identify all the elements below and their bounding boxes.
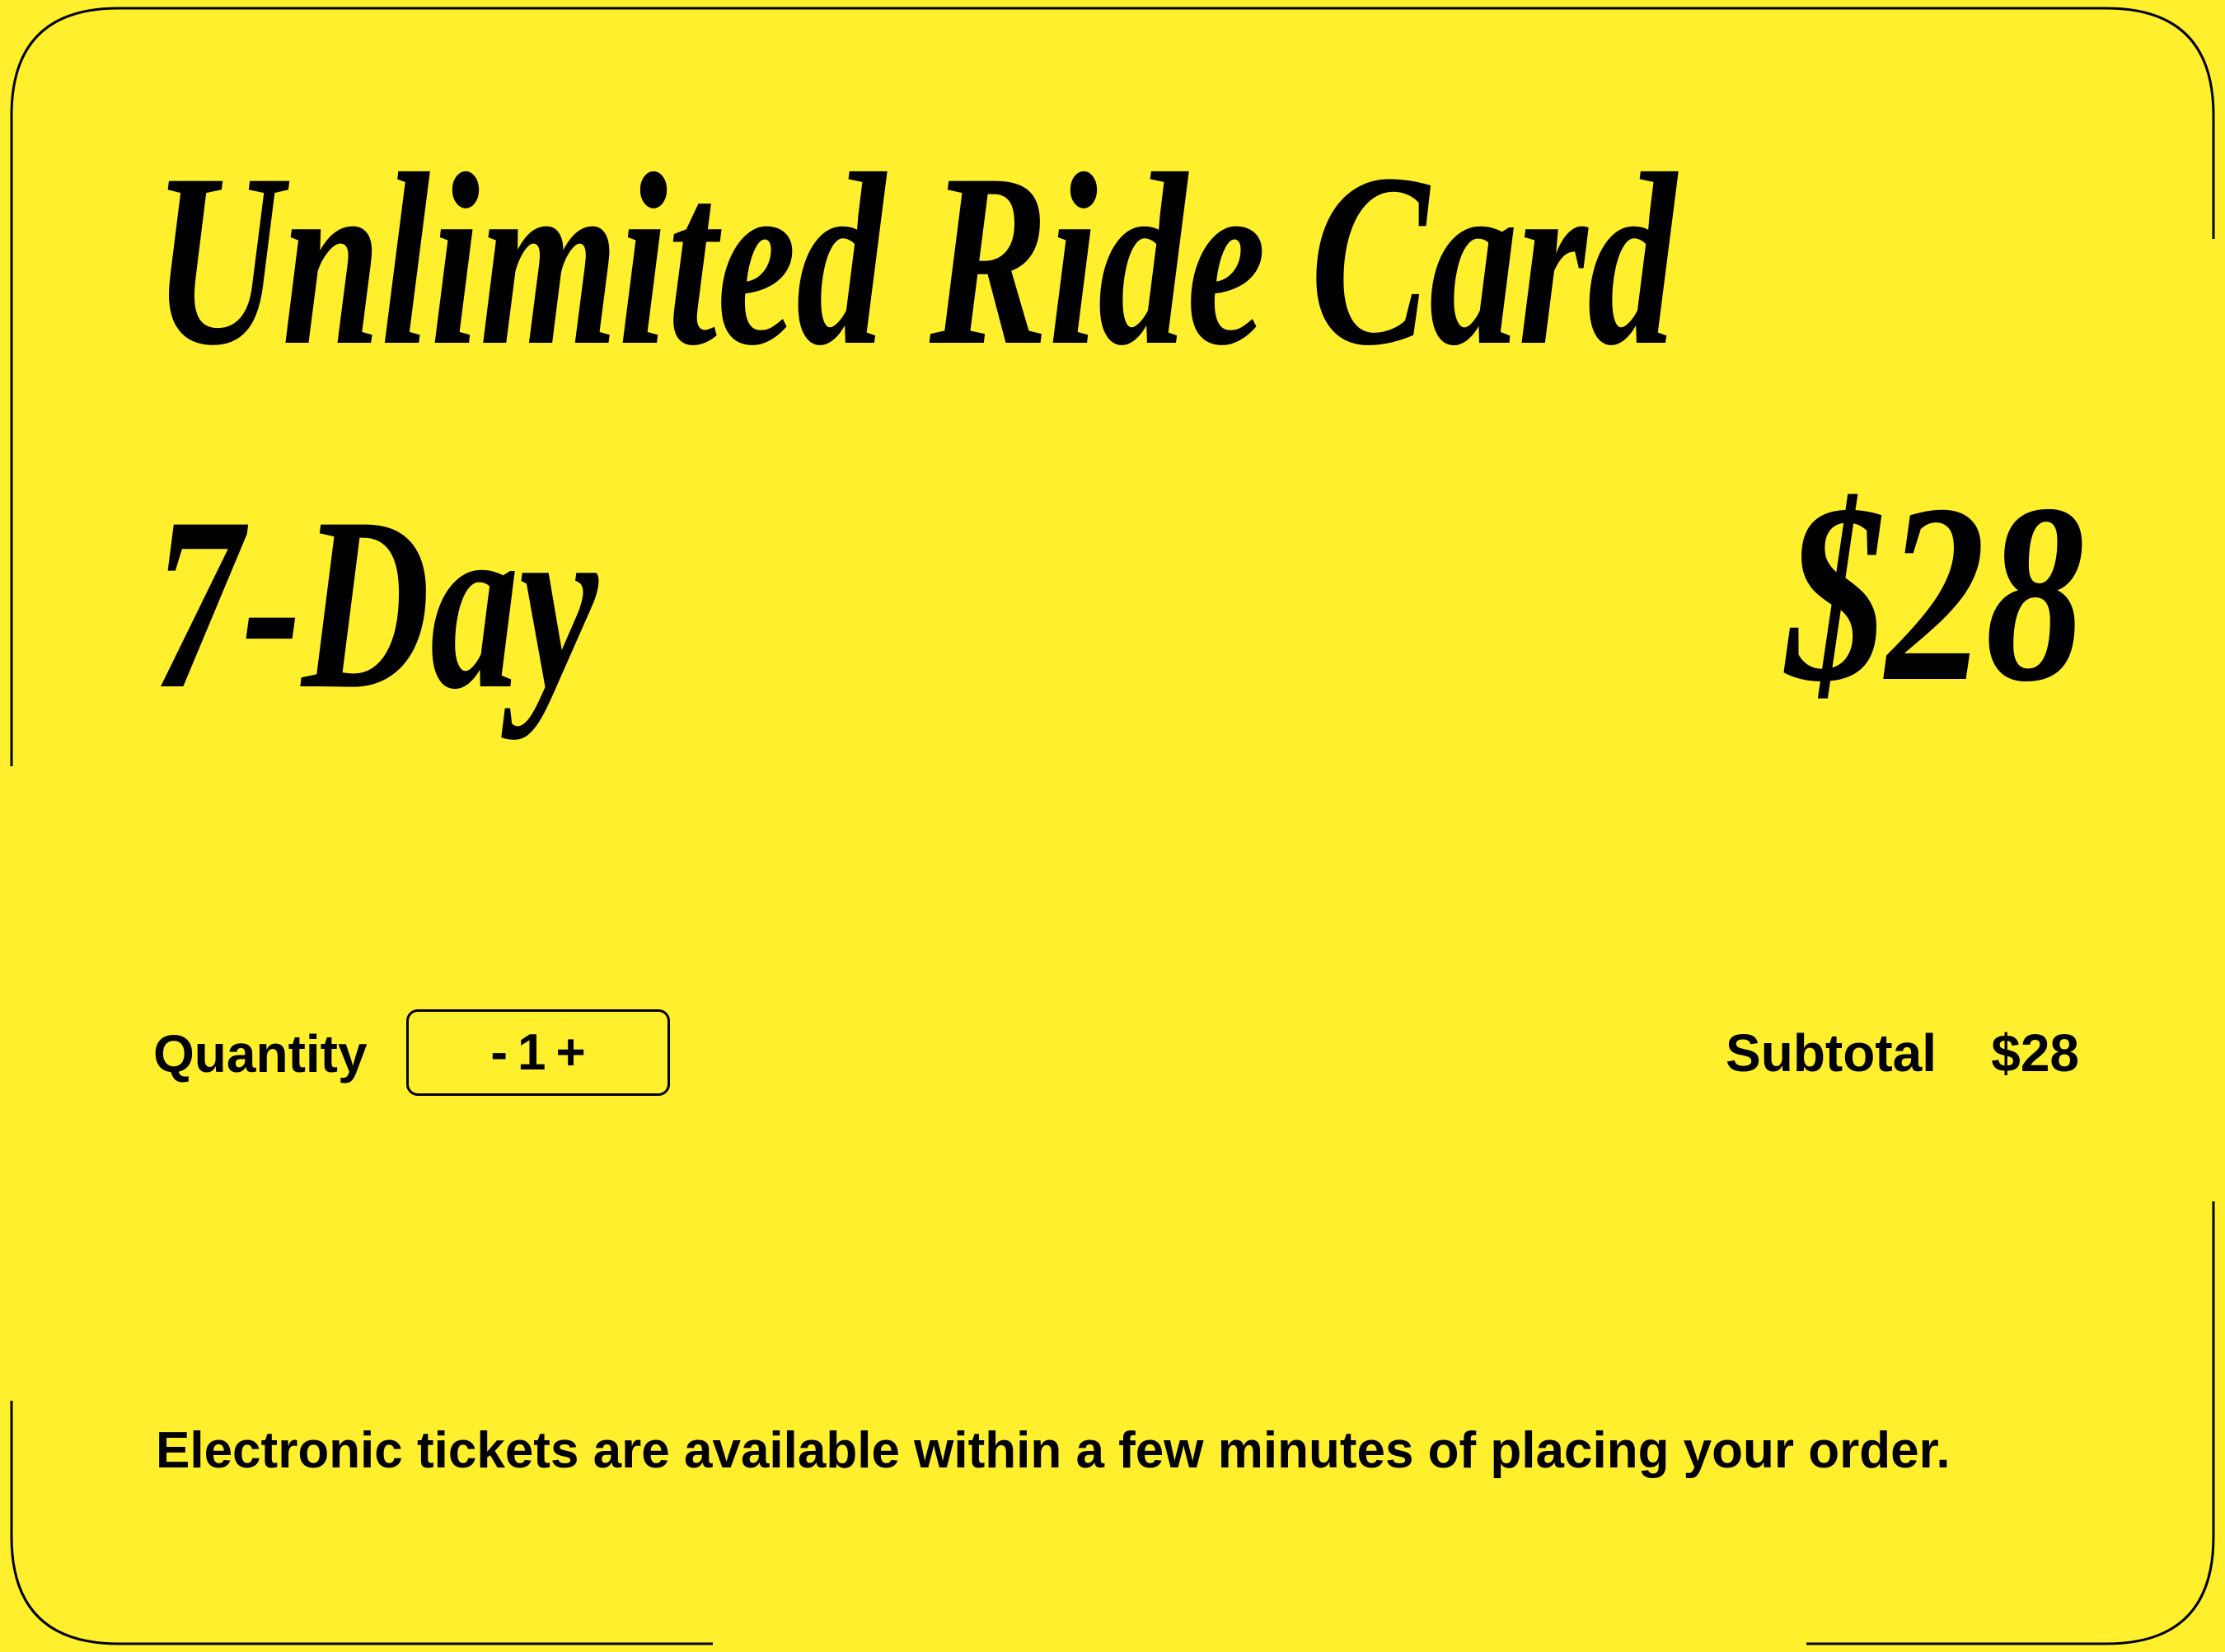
increment-button[interactable]: +: [550, 1027, 590, 1079]
quantity-value: 1: [517, 1023, 546, 1081]
decrement-button[interactable]: -: [485, 1027, 513, 1079]
subtotal-label: Subtotal: [1726, 1023, 1937, 1083]
product-price: $28: [1786, 452, 2085, 735]
footer-note: Electronic tickets are available within …: [156, 1422, 1951, 1479]
ride-card-panel: Unlimited Ride Card 7-Day $28 Quantity -…: [0, 0, 2225, 1652]
product-title: Unlimited Ride Card: [153, 123, 1677, 396]
subtotal-value: $28: [1991, 1023, 2079, 1083]
quantity-stepper[interactable]: - 1 +: [406, 1009, 670, 1096]
product-duration: 7-Day: [153, 466, 598, 740]
quantity-label: Quantity: [153, 1024, 368, 1083]
